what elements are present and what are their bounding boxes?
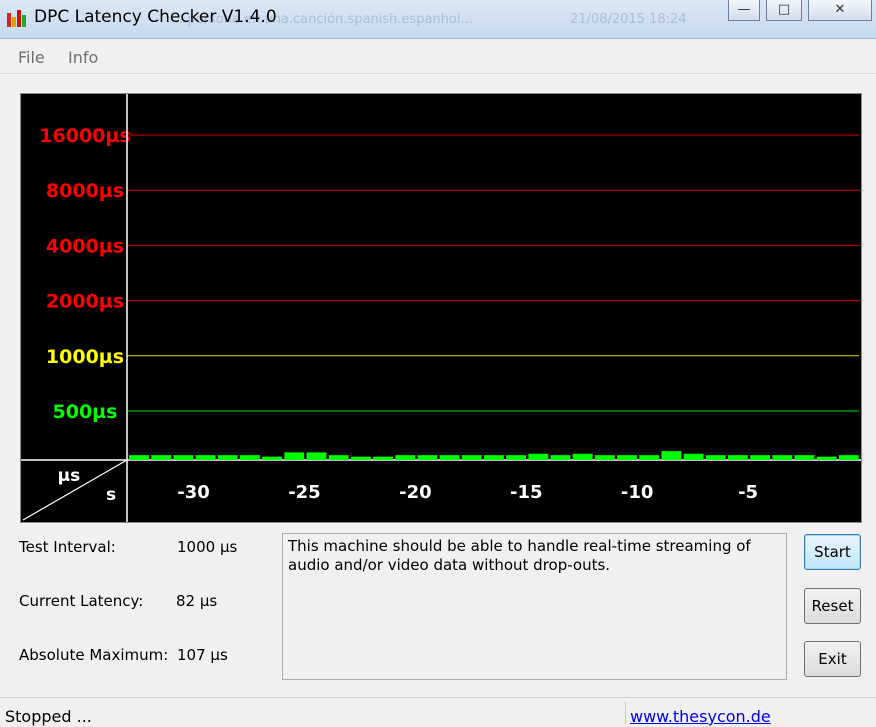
latency-bar xyxy=(129,455,149,460)
latency-bar xyxy=(395,455,416,460)
latency-bar xyxy=(528,453,549,460)
latency-bar xyxy=(728,455,748,460)
y-tick-label: 16000µs xyxy=(39,125,130,147)
exit-button[interactable]: Exit xyxy=(804,641,861,677)
latency-bar xyxy=(151,455,172,460)
menu-bar: File Info xyxy=(0,39,876,74)
minimize-button[interactable]: — xyxy=(728,0,760,21)
x-axis-unit-label: s xyxy=(106,485,116,505)
latency-bar xyxy=(284,452,305,460)
absolute-maximum-value: 107 µs xyxy=(177,646,228,664)
close-button[interactable]: ✕ xyxy=(808,0,872,21)
menu-info[interactable]: Info xyxy=(68,48,98,67)
latency-bar xyxy=(750,455,771,460)
close-icon: ✕ xyxy=(834,2,846,17)
maximize-icon: □ xyxy=(777,2,791,17)
website-link[interactable]: www.thesycon.de xyxy=(630,707,771,726)
latency-bar xyxy=(550,455,571,460)
status-separator xyxy=(625,702,626,724)
title-bar: ...persona.en.una.canción.spanish.espanh… xyxy=(0,0,876,39)
latency-bar xyxy=(683,453,704,460)
status-message-text: This machine should be able to handle re… xyxy=(288,537,751,574)
window-title: DPC Latency Checker V1.4.0 xyxy=(34,7,277,27)
latency-bar xyxy=(217,455,238,460)
latency-bar xyxy=(262,456,283,460)
y-tick-label: 500µs xyxy=(53,401,118,423)
reset-button[interactable]: Reset xyxy=(804,588,861,624)
latency-bar xyxy=(484,455,504,460)
y-tick-label: 1000µs xyxy=(46,346,124,368)
x-tick-label: -25 xyxy=(288,482,321,503)
test-interval-value: 1000 µs xyxy=(177,538,238,556)
latency-bar xyxy=(572,453,593,460)
latency-bar xyxy=(417,455,438,460)
latency-bar xyxy=(306,452,327,460)
latency-bar xyxy=(594,455,615,460)
status-message-box: This machine should be able to handle re… xyxy=(282,533,787,680)
status-bar: Stopped ... www.thesycon.de xyxy=(0,697,876,727)
maximize-button[interactable]: □ xyxy=(766,0,802,21)
latency-bar xyxy=(705,455,726,460)
x-tick-label: -5 xyxy=(738,482,758,503)
latency-chart-svg: 16000µs 8000µs 4000µs 2000µs 1000µs 500µs µs s -… xyxy=(21,94,861,522)
current-latency-label: Current Latency: xyxy=(19,592,144,610)
menu-file[interactable]: File xyxy=(18,48,45,67)
latency-bar xyxy=(772,455,793,460)
app-icon xyxy=(6,8,28,28)
y-axis-unit-label: µs xyxy=(58,466,81,486)
latency-bar xyxy=(661,451,682,460)
latency-bar xyxy=(506,455,527,460)
y-tick-label: 2000µs xyxy=(46,291,124,313)
latency-bar xyxy=(240,455,260,460)
background-window-date: 21/08/2015 18:24 xyxy=(570,12,687,27)
start-button[interactable]: Start xyxy=(804,534,861,570)
latency-bar xyxy=(617,455,637,460)
latency-bar xyxy=(373,456,393,460)
latency-bar xyxy=(794,455,815,460)
y-tick-label: 8000µs xyxy=(46,180,124,202)
x-tick-label: -15 xyxy=(510,482,543,503)
x-tick-label: -10 xyxy=(621,482,654,503)
test-interval-label: Test Interval: xyxy=(19,538,116,556)
x-tick-label: -30 xyxy=(177,482,210,503)
y-tick-label: 4000µs xyxy=(46,235,124,257)
x-tick-label: -20 xyxy=(399,482,432,503)
latency-chart: 16000µs 8000µs 4000µs 2000µs 1000µs 500µs µs s -… xyxy=(20,93,862,523)
latency-bar xyxy=(816,456,837,460)
latency-bar xyxy=(195,455,216,460)
latency-bar xyxy=(461,455,482,460)
latency-bar xyxy=(838,455,859,460)
minimize-icon: — xyxy=(737,2,751,17)
current-latency-value: 82 µs xyxy=(176,592,218,610)
latency-bar xyxy=(439,455,460,460)
latency-bar xyxy=(639,455,660,460)
latency-bar xyxy=(173,455,194,460)
latency-bar xyxy=(350,456,371,460)
latency-bar xyxy=(328,455,349,460)
absolute-maximum-label: Absolute Maximum: xyxy=(19,646,169,664)
status-text: Stopped ... xyxy=(5,707,92,726)
